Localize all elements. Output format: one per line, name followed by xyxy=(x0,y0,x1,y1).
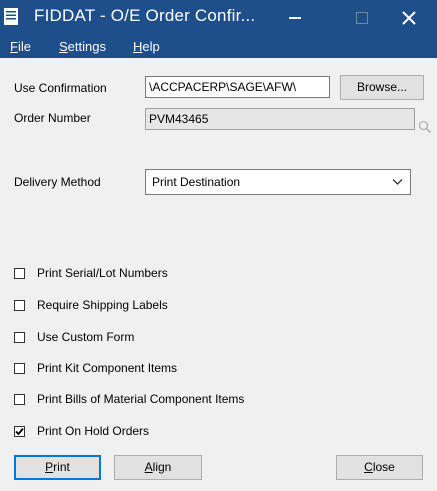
checkbox-box[interactable] xyxy=(14,425,25,437)
menu-settings[interactable]: Settings xyxy=(59,39,106,54)
checkbox-print-kit-component-items[interactable]: Print Kit Component Items xyxy=(14,360,177,376)
search-icon[interactable] xyxy=(418,120,432,134)
checkbox-box[interactable] xyxy=(14,331,25,343)
checkbox-label: Require Shipping Labels xyxy=(37,298,168,312)
order-number-field[interactable]: PVM43465 xyxy=(145,108,415,130)
use-confirmation-label: Use Confirmation xyxy=(14,81,107,95)
checkbox-label: Print Serial/Lot Numbers xyxy=(37,266,168,280)
checkbox-require-shipping-labels[interactable]: Require Shipping Labels xyxy=(14,297,168,313)
checkbox-label: Print Kit Component Items xyxy=(37,361,178,375)
checkbox-box[interactable] xyxy=(14,393,25,405)
align-button[interactable]: Align xyxy=(114,455,202,480)
print-button[interactable]: Print xyxy=(14,455,101,480)
maximize-button[interactable] xyxy=(341,0,383,36)
delivery-method-select[interactable]: Print Destination xyxy=(145,169,411,195)
checkbox-label: Use Custom Form xyxy=(37,330,135,344)
title-bar[interactable]: FIDDAT - O/E Order Confir... xyxy=(0,0,437,36)
delivery-method-label: Delivery Method xyxy=(14,175,101,189)
chevron-down-icon xyxy=(392,179,403,185)
checkbox-print-on-hold-orders[interactable]: Print On Hold Orders xyxy=(14,423,149,439)
checkbox-print-bom-component-items[interactable]: Print Bills of Material Component Items xyxy=(14,391,244,407)
checkbox-print-serial-lot-numbers[interactable]: Print Serial/Lot Numbers xyxy=(14,265,168,281)
checkbox-box[interactable] xyxy=(14,299,25,311)
document-app-icon xyxy=(4,8,18,25)
menu-file[interactable]: File xyxy=(10,39,31,54)
menu-bar: File Settings Help xyxy=(0,36,437,58)
window-title: FIDDAT - O/E Order Confir... xyxy=(34,6,256,25)
checkbox-box[interactable] xyxy=(14,267,25,279)
minimize-button[interactable] xyxy=(274,0,316,36)
checkmark-icon xyxy=(15,427,24,435)
close-icon xyxy=(402,11,416,25)
delivery-method-value: Print Destination xyxy=(152,175,241,189)
menu-help[interactable]: Help xyxy=(133,39,160,54)
use-confirmation-field[interactable]: \ACCPACERP\SAGE\AFW\ xyxy=(145,76,330,98)
checkbox-box[interactable] xyxy=(14,362,25,374)
checkbox-label: Print Bills of Material Component Items xyxy=(37,392,245,406)
minimize-icon xyxy=(289,17,301,19)
browse-button[interactable]: Browse... xyxy=(340,75,424,100)
close-button[interactable]: Close xyxy=(336,455,423,480)
dialog-content: Use Confirmation \ACCPACERP\SAGE\AFW\ Br… xyxy=(0,58,437,491)
order-number-label: Order Number xyxy=(14,111,91,125)
close-window-button[interactable] xyxy=(388,0,430,36)
checkbox-label: Print On Hold Orders xyxy=(37,424,150,438)
maximize-icon xyxy=(356,12,368,24)
checkbox-use-custom-form[interactable]: Use Custom Form xyxy=(14,329,134,345)
